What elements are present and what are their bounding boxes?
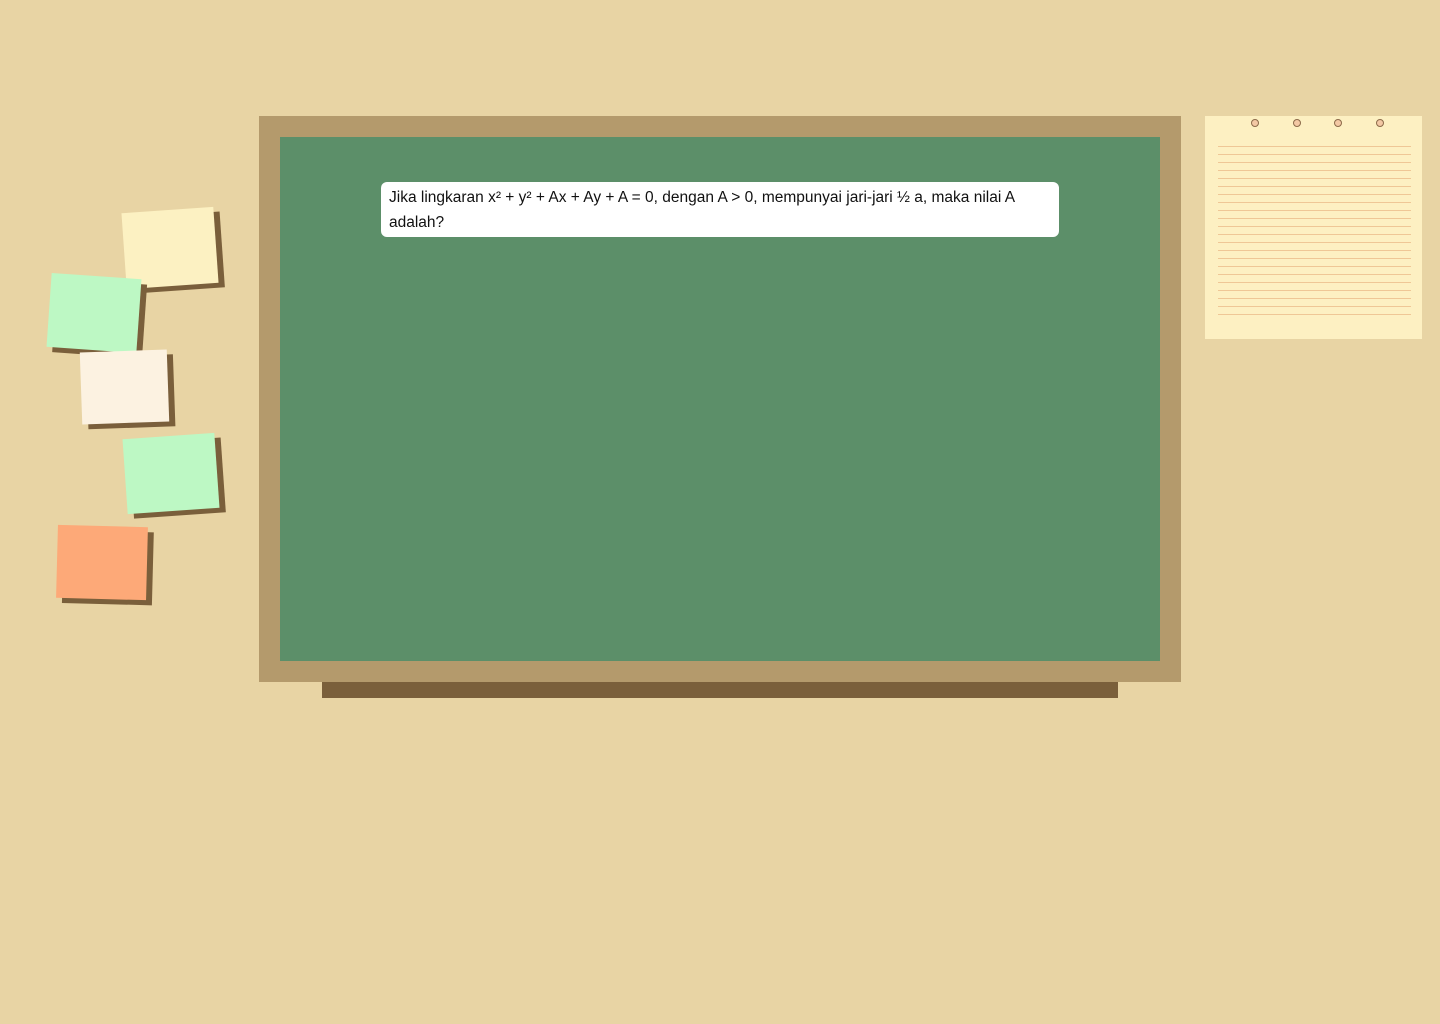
chalkboard-frame: Jika lingkaran x² + y² + Ax + Ay + A = 0…: [259, 116, 1181, 682]
sticky-note-4: [122, 432, 226, 519]
binder-ring-icon: [1293, 119, 1301, 127]
sticky-note-paper: [46, 272, 142, 354]
sticky-note-paper: [79, 349, 170, 425]
notepad-lines: [1218, 146, 1411, 322]
chalkboard-tray: [322, 682, 1118, 698]
sticky-note-5: [56, 524, 154, 606]
sticky-note-3: [79, 349, 176, 430]
binder-ring-icon: [1334, 119, 1342, 127]
sticky-note-1: [121, 206, 225, 294]
sticky-note-paper: [56, 524, 148, 601]
sticky-note-2: [46, 272, 148, 359]
lined-notepad: [1205, 116, 1422, 339]
question-text: Jika lingkaran x² + y² + Ax + Ay + A = 0…: [381, 182, 1059, 237]
sticky-note-paper: [122, 432, 220, 515]
sticky-note-paper: [121, 206, 219, 290]
binder-ring-icon: [1251, 119, 1259, 127]
chalkboard-surface: Jika lingkaran x² + y² + Ax + Ay + A = 0…: [280, 137, 1160, 661]
binder-ring-icon: [1376, 119, 1384, 127]
